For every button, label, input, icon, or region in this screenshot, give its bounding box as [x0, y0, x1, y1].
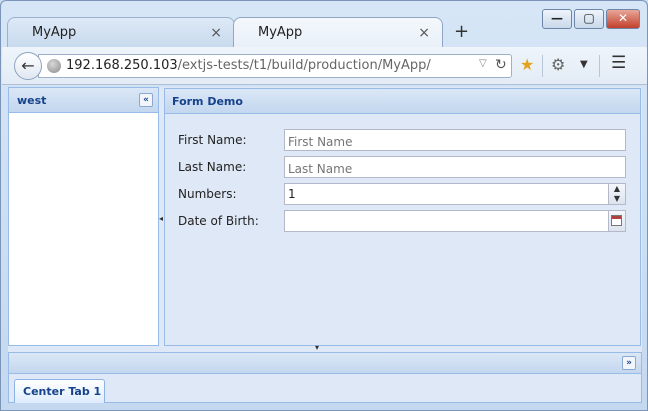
- center-tab-bar: Center Tab 1: [8, 374, 642, 403]
- tab-label: Center Tab 1: [23, 385, 102, 398]
- date-of-birth-row: Date of Birth:: [178, 210, 628, 232]
- chevron-down-icon[interactable]: ▼: [580, 59, 588, 70]
- url-host: 192.168.250.103: [66, 58, 178, 73]
- first-name-row: First Name:: [178, 129, 628, 151]
- globe-icon: [47, 59, 61, 73]
- navigation-bar: 192.168.250.103/extjs-tests/t1/build/pro…: [2, 47, 647, 85]
- browser-tab-strip: MyApp × MyApp × + — ▢ ✕: [1, 1, 648, 47]
- url-text: 192.168.250.103/extjs-tests/t1/build/pro…: [66, 58, 431, 73]
- gear-icon[interactable]: ⚙: [551, 55, 565, 74]
- browser-tab-title: MyApp: [258, 25, 303, 40]
- west-panel-header: west «: [9, 88, 158, 113]
- date-picker-trigger[interactable]: [608, 211, 625, 231]
- back-arrow-icon: ←: [21, 56, 35, 75]
- url-path: /extjs-tests/t1/build/production/MyApp/: [177, 58, 431, 73]
- page-viewport: west « ◂ Form Demo First Name: Last Name…: [8, 87, 642, 403]
- last-name-input[interactable]: [284, 156, 626, 178]
- hamburger-menu-icon[interactable]: ☰: [611, 53, 626, 73]
- tab-center-1[interactable]: Center Tab 1: [14, 379, 105, 403]
- maximize-icon: ▢: [583, 11, 595, 25]
- toolbar-separator: [542, 55, 543, 77]
- close-tab-icon[interactable]: ×: [418, 25, 430, 41]
- star-icon[interactable]: ★: [520, 55, 534, 74]
- close-icon: ✕: [617, 11, 629, 25]
- browser-tab-title: MyApp: [32, 25, 77, 40]
- west-panel: west «: [8, 87, 159, 346]
- minimize-icon: —: [551, 11, 563, 25]
- numbers-value: 1: [288, 187, 296, 201]
- first-name-input[interactable]: [284, 129, 626, 151]
- back-button[interactable]: ←: [14, 52, 42, 80]
- browser-tab-1[interactable]: MyApp ×: [7, 17, 235, 47]
- collapse-left-icon[interactable]: «: [139, 93, 153, 107]
- close-tab-icon[interactable]: ×: [210, 25, 222, 41]
- form-panel-header: Form Demo: [165, 89, 640, 114]
- minimize-button[interactable]: —: [542, 9, 572, 29]
- maximize-button[interactable]: ▢: [574, 9, 604, 29]
- new-tab-icon[interactable]: +: [454, 21, 469, 42]
- date-of-birth-field[interactable]: [284, 210, 626, 232]
- expand-down-icon[interactable]: »: [622, 356, 636, 370]
- close-window-button[interactable]: ✕: [606, 9, 640, 29]
- date-of-birth-label: Date of Birth:: [178, 214, 259, 228]
- last-name-row: Last Name:: [178, 156, 628, 178]
- reload-icon[interactable]: ↻: [495, 57, 507, 73]
- url-dropdown-icon[interactable]: ▽: [479, 58, 487, 69]
- form-panel-title: Form Demo: [172, 95, 243, 108]
- browser-tab-2[interactable]: MyApp ×: [233, 17, 443, 47]
- url-bar[interactable]: 192.168.250.103/extjs-tests/t1/build/pro…: [38, 54, 512, 78]
- numbers-label: Numbers:: [178, 187, 237, 201]
- calendar-icon: [611, 215, 622, 226]
- last-name-label: Last Name:: [178, 160, 247, 174]
- numbers-field[interactable]: 1 ▲ ▼: [284, 183, 626, 205]
- browser-window: MyApp × MyApp × + — ▢ ✕ 192.168.250.103/…: [0, 0, 648, 411]
- collapse-arrow-down-icon[interactable]: ▾: [315, 343, 319, 352]
- west-panel-title: west: [17, 94, 47, 107]
- first-name-label: First Name:: [178, 133, 247, 147]
- spinner-icon[interactable]: ▲ ▼: [608, 184, 625, 204]
- south-collapsed-bar[interactable]: »: [8, 352, 642, 374]
- toolbar-separator: [599, 55, 600, 77]
- form-demo-panel: Form Demo First Name: Last Name: Numbers…: [164, 88, 641, 346]
- numbers-row: Numbers: 1 ▲ ▼: [178, 183, 628, 205]
